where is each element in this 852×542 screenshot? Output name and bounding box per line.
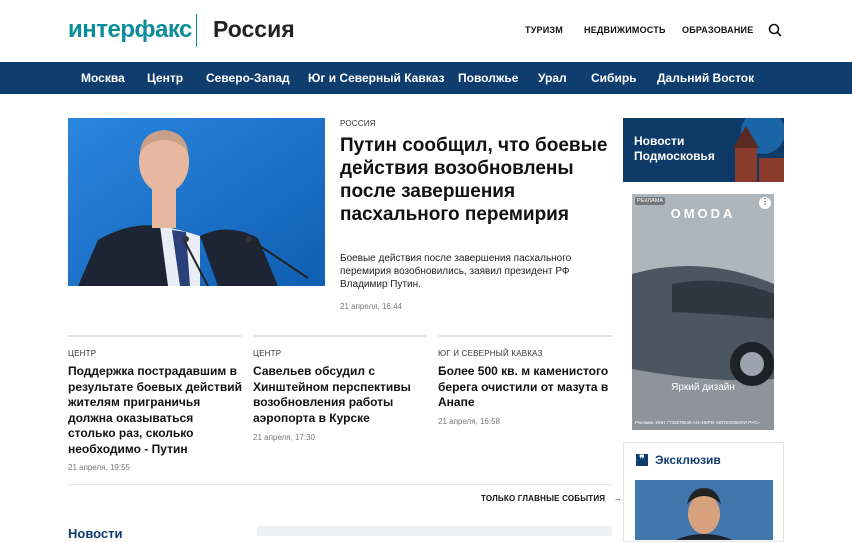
- nav-item-ural[interactable]: Урал: [538, 71, 567, 85]
- toplink-education[interactable]: ОБРАЗОВАНИЕ: [682, 25, 753, 35]
- moscow-region-news-banner[interactable]: Новости Подмосковья: [623, 118, 784, 182]
- exclusive-widget: ❞ Эксклюзив: [623, 442, 784, 542]
- nav-item-volga[interactable]: Поволжье: [458, 71, 518, 85]
- card-divider: [253, 335, 427, 337]
- toplink-realty[interactable]: НЕДВИЖИМОСТЬ: [584, 25, 666, 35]
- toplink-tourism[interactable]: ТУРИЗМ: [525, 25, 563, 35]
- ad-label: РЕКЛАМА: [635, 197, 666, 205]
- card-date: 21 апреля, 17:30: [253, 433, 315, 442]
- search-icon[interactable]: [768, 23, 782, 37]
- nav-item-siberia[interactable]: Сибирь: [591, 71, 637, 85]
- nav-item-moscow[interactable]: Москва: [81, 71, 125, 85]
- promo-text: Новости Подмосковья: [634, 134, 715, 164]
- card-title[interactable]: Поддержка пострадавшим в результате боев…: [68, 364, 244, 457]
- nav-item-northwest[interactable]: Северо-Запад: [206, 71, 290, 85]
- more-link-label: ТОЛЬКО ГЛАВНЫЕ СОБЫТИЯ: [481, 494, 606, 503]
- card-divider: [438, 335, 612, 337]
- arrow-right-icon: →: [613, 494, 622, 503]
- card-date: 21 апреля, 19:55: [68, 463, 130, 472]
- nav-item-south[interactable]: Юг и Северный Кавказ: [308, 71, 445, 85]
- only-main-events-link[interactable]: ТОЛЬКО ГЛАВНЫЕ СОБЫТИЯ →: [481, 494, 622, 503]
- card-kicker[interactable]: ЮГ И СЕВЕРНЫЙ КАВКАЗ: [438, 349, 543, 358]
- exclusive-photo[interactable]: [635, 480, 773, 540]
- exclusive-title[interactable]: Эксклюзив: [655, 453, 721, 467]
- nav-item-fareast[interactable]: Дальний Восток: [657, 71, 754, 85]
- card-kicker[interactable]: ЦЕНТР: [68, 349, 96, 358]
- news-block: [257, 526, 612, 536]
- region-nav: Москва Центр Северо-Запад Юг и Северный …: [0, 62, 852, 94]
- quote-icon: ❞: [636, 454, 648, 466]
- ad-legal: Реклама. ИНН 7743578549 АО«ИЕРИ АВТОМОБИ…: [635, 420, 760, 425]
- interfax-logo[interactable]: интерфакс: [68, 16, 192, 44]
- promo-line-2: Подмосковья: [634, 149, 715, 163]
- omoda-ad[interactable]: РЕКЛАМА ⋮ OMODA Яркий дизайн Реклама. ИН…: [632, 194, 774, 430]
- section-divider: [68, 484, 612, 485]
- nav-item-center[interactable]: Центр: [147, 71, 183, 85]
- ad-tagline: Яркий дизайн: [671, 382, 735, 393]
- region-title[interactable]: Россия: [213, 16, 295, 43]
- card-title[interactable]: Савельев обсудил с Хинштейном перспектив…: [253, 364, 429, 426]
- hero-photo-illustration: [68, 118, 325, 286]
- logo-divider: [196, 14, 197, 47]
- card-title[interactable]: Более 500 кв. м каменистого берега очист…: [438, 364, 614, 411]
- card-kicker[interactable]: ЦЕНТР: [253, 349, 281, 358]
- card-date: 21 апреля, 16:58: [438, 417, 500, 426]
- car-illustration: [632, 194, 774, 430]
- exclusive-photo-illustration: [635, 480, 773, 540]
- card-divider: [68, 335, 242, 337]
- top-header: интерфакс Россия ТУРИЗМ НЕДВИЖИМОСТЬ ОБР…: [0, 0, 852, 62]
- promo-line-1: Новости: [634, 134, 685, 148]
- ad-brand: OMODA: [670, 206, 736, 221]
- hero-lead: Боевые действия после завершения пасхаль…: [340, 253, 572, 290]
- news-section-heading[interactable]: Новости: [68, 526, 123, 541]
- hero-title[interactable]: Путин сообщил, что боевые действия возоб…: [340, 134, 610, 226]
- hero-kicker[interactable]: РОССИЯ: [340, 119, 376, 128]
- hero-date: 21 апреля, 16:44: [340, 302, 402, 311]
- hero-photo[interactable]: [68, 118, 325, 286]
